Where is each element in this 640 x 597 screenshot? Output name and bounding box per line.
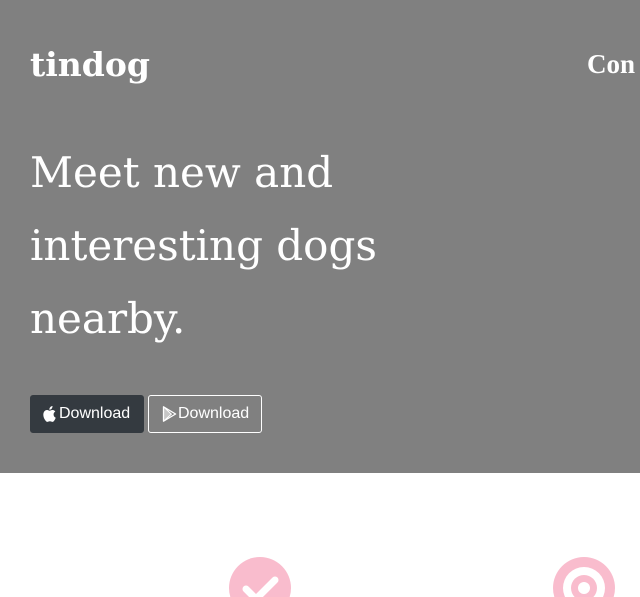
apple-icon [42,406,56,422]
check-circle-icon [228,556,292,597]
navbar-brand[interactable]: tindog [30,40,150,90]
title-section: tindog Con Meet new and interesting dogs… [0,0,640,473]
hero-headline: Meet new and interesting dogs nearby. [30,148,377,343]
page: tindog Con Meet new and interesting dogs… [0,0,640,597]
features-section [0,473,640,597]
bullseye-icon [552,556,616,597]
download-google-play-label: Download [178,405,250,422]
download-apple-button[interactable]: Download [30,395,144,433]
nav-link-contact[interactable]: Con [587,46,635,82]
download-apple-label: Download [59,405,131,422]
download-google-play-button[interactable]: Download [148,395,262,433]
google-play-icon [162,406,177,422]
